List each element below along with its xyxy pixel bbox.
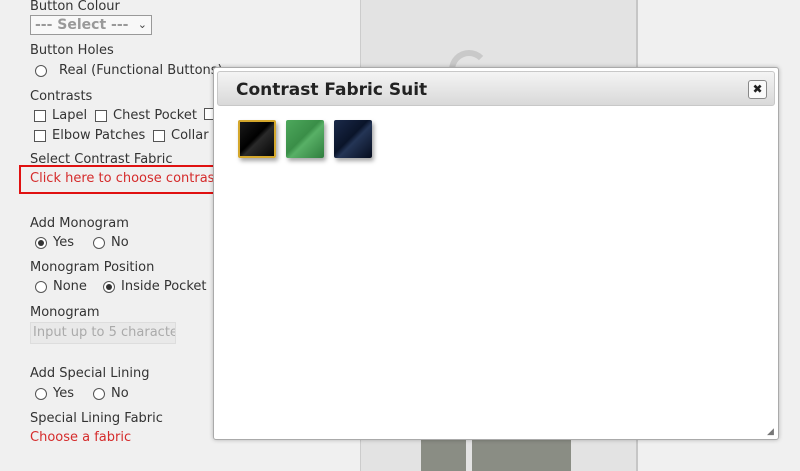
option-label: None xyxy=(53,279,87,294)
monogram-position-inside-pocket-option[interactable]: Inside Pocket xyxy=(103,279,206,294)
radio-button[interactable] xyxy=(35,64,47,77)
contrast-fabric-dialog: Contrast Fabric Suit ✖ ◢ xyxy=(213,67,779,440)
monogram-label: Monogram xyxy=(30,305,100,320)
radio-button[interactable] xyxy=(35,236,47,249)
radio-button[interactable] xyxy=(35,387,47,400)
special-lining-no-option[interactable]: No xyxy=(93,386,129,401)
add-monogram-label: Add Monogram xyxy=(30,216,129,231)
fabric-swatch-navy[interactable] xyxy=(334,120,372,158)
option-label: Collar xyxy=(171,128,209,143)
fabric-swatch-green[interactable] xyxy=(286,120,324,158)
option-label: Elbow Patches xyxy=(52,128,146,143)
button-colour-select-value: --- Select --- xyxy=(35,17,129,33)
special-lining-fabric-label: Special Lining Fabric xyxy=(30,411,163,426)
fabric-swatch-list xyxy=(238,120,372,158)
trouser-image xyxy=(421,440,571,471)
checkbox[interactable] xyxy=(153,129,165,142)
dialog-titlebar[interactable]: Contrast Fabric Suit ✖ xyxy=(217,71,775,106)
option-label: No xyxy=(111,386,129,401)
contrast-collar-option[interactable]: Collar xyxy=(153,128,209,143)
contrast-elbow-patches-option[interactable]: Elbow Patches xyxy=(34,128,145,143)
special-lining-yes-option[interactable]: Yes xyxy=(35,386,74,401)
contrast-lapel-option[interactable]: Lapel xyxy=(34,108,87,123)
resize-grip-icon[interactable]: ◢ xyxy=(767,428,775,437)
radio-button[interactable] xyxy=(103,280,115,293)
button-holes-label: Button Holes xyxy=(30,43,114,58)
radio-button[interactable] xyxy=(35,280,47,293)
checkbox[interactable] xyxy=(95,109,107,122)
monogram-input[interactable]: Input up to 5 characte xyxy=(30,322,176,344)
option-label: Lapel xyxy=(52,108,88,123)
choose-lining-fabric-link[interactable]: Choose a fabric xyxy=(30,430,131,445)
dialog-title: Contrast Fabric Suit xyxy=(236,80,428,100)
checkbox[interactable] xyxy=(34,129,46,142)
button-colour-label: Button Colour xyxy=(30,0,120,14)
option-label: Yes xyxy=(53,235,74,250)
option-label: Yes xyxy=(53,386,74,401)
button-colour-select[interactable]: --- Select --- ⌄ xyxy=(30,15,152,35)
monogram-yes-option[interactable]: Yes xyxy=(35,235,74,250)
trouser-leg-gap xyxy=(466,440,472,471)
contrast-chest-pocket-option[interactable]: Chest Pocket xyxy=(95,108,197,123)
option-label: Inside Pocket xyxy=(121,279,207,294)
checkbox[interactable] xyxy=(34,109,46,122)
button-holes-real-option[interactable]: Real (Functional Buttons) xyxy=(35,63,223,78)
option-label: Chest Pocket xyxy=(113,108,197,123)
radio-button[interactable] xyxy=(93,236,105,249)
contrasts-label: Contrasts xyxy=(30,89,93,104)
option-label: Real (Functional Buttons) xyxy=(59,63,223,78)
monogram-position-none-option[interactable]: None xyxy=(35,279,87,294)
highlight-box xyxy=(19,165,228,194)
fabric-swatch-black[interactable] xyxy=(238,120,276,158)
option-label: No xyxy=(111,235,129,250)
chevron-down-icon: ⌄ xyxy=(137,18,147,31)
monogram-position-label: Monogram Position xyxy=(30,260,155,275)
special-lining-label: Add Special Lining xyxy=(30,366,150,381)
radio-button[interactable] xyxy=(93,387,105,400)
close-icon[interactable]: ✖ xyxy=(748,80,767,99)
monogram-no-option[interactable]: No xyxy=(93,235,129,250)
